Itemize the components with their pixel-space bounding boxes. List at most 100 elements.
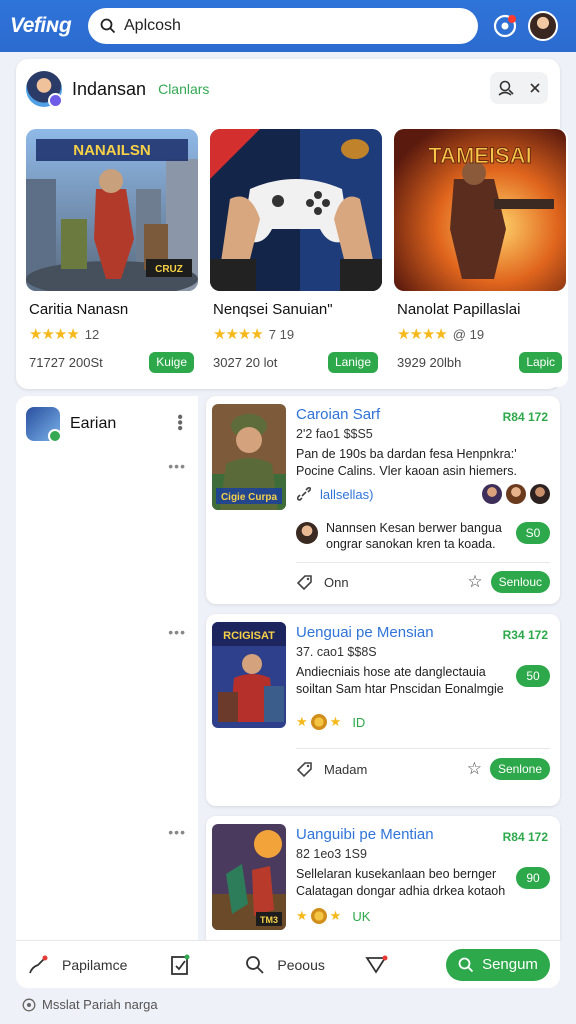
footer-text: Msslat Pariah narga [42, 997, 158, 1012]
divider [296, 748, 550, 749]
filter-icon [365, 955, 388, 974]
featured-title: Indansan [72, 78, 147, 99]
medal-label: UK [352, 908, 371, 924]
person-search-icon[interactable] [497, 79, 515, 97]
post-count-badge[interactable]: 50 [516, 665, 550, 687]
bottom-nav-label: Papilamce [62, 956, 128, 973]
post-action-button[interactable]: Senlone [489, 758, 550, 780]
more-options-icon[interactable]: ••• [168, 824, 186, 840]
game-meta: 3929 20lbh [397, 355, 462, 370]
comment-text: Nannsen Kesan berwer bangua ongrar sanok… [326, 521, 502, 551]
game-art-title: TAMEISAI [428, 143, 531, 168]
notifications-icon[interactable] [492, 13, 518, 39]
tag-icon[interactable] [296, 760, 314, 778]
game-action-button[interactable]: Lapic [519, 352, 562, 373]
game-cover-image[interactable]: NANAILSN CRUZ [26, 129, 198, 291]
note-icon [171, 954, 190, 975]
game-meta: 71727 200St [29, 355, 103, 370]
post-card[interactable]: Cigie Curpa Caroian Sarf R84 172 2'2 fao… [206, 396, 560, 604]
brush-icon [29, 955, 48, 973]
game-card[interactable]: Nenqsei Sanuian" ★★★★ 7 19 3027 20 lot L… [210, 129, 384, 387]
game-title[interactable]: Nenqsei Sanuian" [213, 301, 333, 318]
bottom-nav-item[interactable] [169, 954, 191, 976]
post-image[interactable]: RCIGISAT [212, 622, 286, 728]
game-cover-image[interactable]: TAMEISAI [394, 129, 566, 291]
post-footer-label[interactable]: Madam [324, 762, 367, 777]
featured-tag[interactable]: Clanlars [158, 81, 209, 97]
post-title[interactable]: Uenguai pe Mensian [296, 624, 434, 641]
primary-search-button[interactable]: Sengum [446, 948, 550, 981]
game-rating: ★★★★ 12 [29, 325, 99, 343]
game-title[interactable]: Caritia Nanasn [29, 301, 128, 318]
star-icon[interactable]: ☆ [467, 759, 482, 779]
post-title[interactable]: Caroian Sarf [296, 406, 380, 423]
primary-button-label: Sengum [482, 956, 538, 973]
star-icon: ★ [296, 714, 308, 729]
bottom-nav-item[interactable]: Papilamce [26, 953, 127, 977]
post-image[interactable]: TM3 [212, 824, 286, 930]
game-title[interactable]: Nanolat Papillaslai [397, 301, 520, 318]
star-icon[interactable]: ☆ [467, 572, 482, 592]
more-options-icon[interactable]: ••• [168, 458, 186, 474]
post-card[interactable]: RCIGISAT Uenguai pe Mensian R34 172 37. … [206, 614, 560, 806]
game-card[interactable]: TAMEISAI Nanolat Papillaslai ★★★★ @ 19 3… [394, 129, 568, 387]
divider [296, 562, 550, 563]
post-price: R34 172 [502, 628, 548, 642]
medal-icon [310, 714, 327, 730]
channel-avatar[interactable] [26, 407, 62, 443]
post-count-badge[interactable]: 90 [516, 867, 550, 889]
post-medals: ★ ★ ID [296, 714, 365, 730]
more-options-icon[interactable]: ••• [171, 414, 188, 431]
bottom-nav-item[interactable]: Peoous [245, 955, 325, 975]
post-title[interactable]: Uanguibi pe Mentian [296, 826, 434, 843]
post-price: R84 172 [502, 830, 548, 844]
post-footer: Madam ☆ Senlone [296, 757, 550, 781]
bottom-nav-label: Peoous [277, 956, 325, 973]
more-options-icon[interactable]: ••• [168, 624, 186, 640]
search-input[interactable] [124, 17, 444, 35]
close-icon[interactable] [529, 82, 541, 94]
post-count-badge[interactable]: S0 [516, 522, 550, 544]
link-icon [296, 486, 312, 501]
game-cover-image[interactable] [210, 129, 382, 291]
svg-text:CRUZ: CRUZ [155, 264, 183, 275]
game-action-button[interactable]: Kuige [149, 352, 194, 373]
bottom-nav-item[interactable] [365, 954, 389, 976]
star-icon: ★ [329, 908, 342, 923]
post-action-button[interactable]: Senlouc [490, 571, 550, 593]
tag-icon[interactable] [296, 573, 314, 591]
post-medals: ★ ★ UK [296, 908, 370, 924]
post-footer-label[interactable]: Onn [324, 575, 349, 590]
app-logo[interactable]: Vefiɴg [10, 14, 80, 38]
search-icon [246, 955, 265, 974]
featured-header: Indansan Clanlars [26, 71, 209, 108]
post-comment: Nannsen Kesan berwer bangua ongrar sanok… [296, 520, 550, 552]
game-action-button[interactable]: Lanige [327, 352, 378, 373]
star-rating-icon: ★★★★ [213, 326, 264, 343]
post-image[interactable]: Cigie Curpa [212, 404, 286, 510]
commenter-avatar[interactable] [296, 522, 318, 544]
post-description: Pan de 190s ba dardan fesa Henpnkra:' Po… [296, 447, 517, 478]
featured-avatar[interactable] [26, 71, 63, 108]
star-icon: ★ [329, 714, 342, 729]
post-description: Sellelaran kusekanlaan beo bernger Calat… [296, 867, 506, 898]
participant-avatar[interactable] [506, 484, 526, 504]
participant-avatar[interactable] [530, 484, 550, 504]
participant-avatar[interactable] [482, 484, 502, 504]
post-art-title: Cigie Curpa [221, 492, 278, 503]
search-icon [100, 18, 116, 34]
game-card[interactable]: NANAILSN CRUZ Caritia Nanasn ★★★★ 12 717… [26, 129, 200, 387]
game-rating: ★★★★ 7 19 [213, 325, 294, 343]
post-price: R84 172 [502, 410, 548, 424]
participant-avatars [482, 484, 550, 504]
post-link[interactable]: lallsellas) [320, 487, 373, 502]
game-meta: 3027 20 lot [213, 355, 278, 370]
user-avatar[interactable] [528, 11, 558, 41]
search-bar[interactable] [88, 8, 478, 44]
post-link-row: lallsellas) [296, 483, 550, 505]
post-card[interactable]: TM3 Uanguibi pe Mentian R84 172 82 1eo3 … [206, 816, 560, 940]
post-description: Andiecniais hose ate danglectauia soilta… [296, 665, 504, 696]
left-panel-title: Earian [70, 415, 117, 432]
top-bar: Vefiɴg [0, 0, 576, 52]
star-icon: ★ [296, 908, 308, 923]
